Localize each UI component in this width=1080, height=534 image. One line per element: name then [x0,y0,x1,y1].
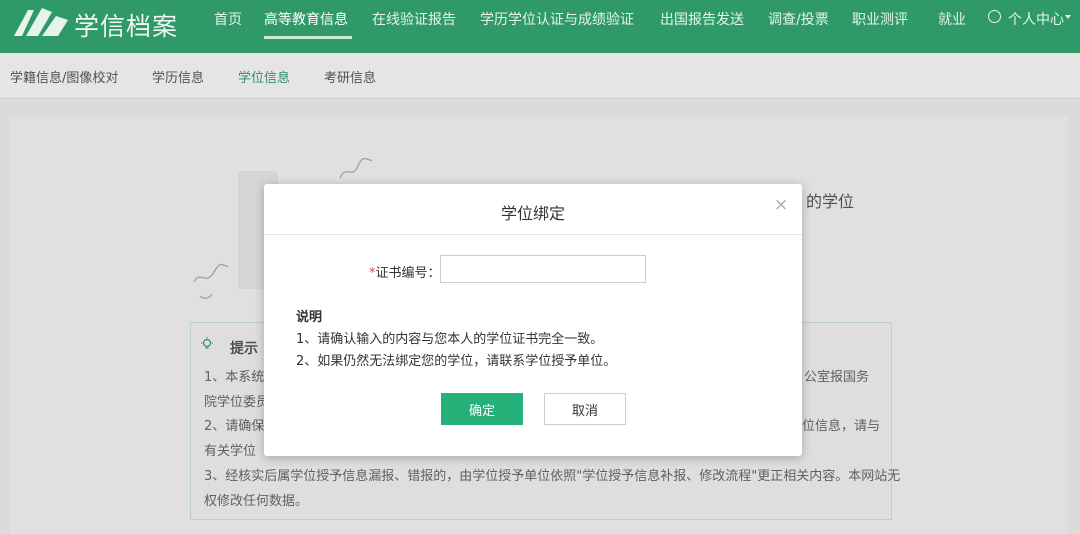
cancel-button[interactable]: 取消 [544,393,626,425]
logo-icon [14,8,68,36]
user-center-menu[interactable]: 个人中心 [1008,9,1064,29]
nav-online-report[interactable]: 在线验证报告 [372,9,456,29]
active-nav-indicator [264,36,352,39]
top-bar: 学信档案 首页 高等教育信息 在线验证报告 学历学位认证与成绩验证 出国报告发送… [0,0,1080,53]
nav-certification[interactable]: 学历学位认证与成绩验证 [480,9,634,29]
confirm-button[interactable]: 确定 [441,393,523,425]
nav-overseas-report[interactable]: 出国报告发送 [660,9,744,29]
nav-employment[interactable]: 就业 [938,9,966,29]
degree-binding-dialog: 学位绑定 × *证书编号： 说明 1、请确认输入的内容与您本人的学位证书完全一致… [264,184,802,456]
certificate-number-input[interactable] [440,255,646,283]
logo-text: 学信档案 [74,12,179,41]
certificate-number-label-text: 证书编号： [375,266,441,281]
certificate-number-label: *证书编号： [369,262,441,281]
dialog-title: 学位绑定 [500,204,565,223]
close-icon[interactable]: × [774,195,788,215]
dialog-divider [264,234,802,235]
note-line: 1、请确认输入的内容与您本人的学位证书完全一致。 [296,332,604,347]
nav-survey[interactable]: 调查/投票 [768,9,829,29]
user-icon[interactable] [988,10,1001,23]
chevron-down-icon[interactable] [1065,15,1071,19]
nav-home[interactable]: 首页 [214,9,242,29]
notes-title: 说明 [296,310,323,325]
nav-higher-education[interactable]: 高等教育信息 [264,9,348,29]
note-line: 2、如果仍然无法绑定您的学位，请联系学位授予单位。 [296,354,617,369]
nav-career-test[interactable]: 职业测评 [852,9,908,29]
